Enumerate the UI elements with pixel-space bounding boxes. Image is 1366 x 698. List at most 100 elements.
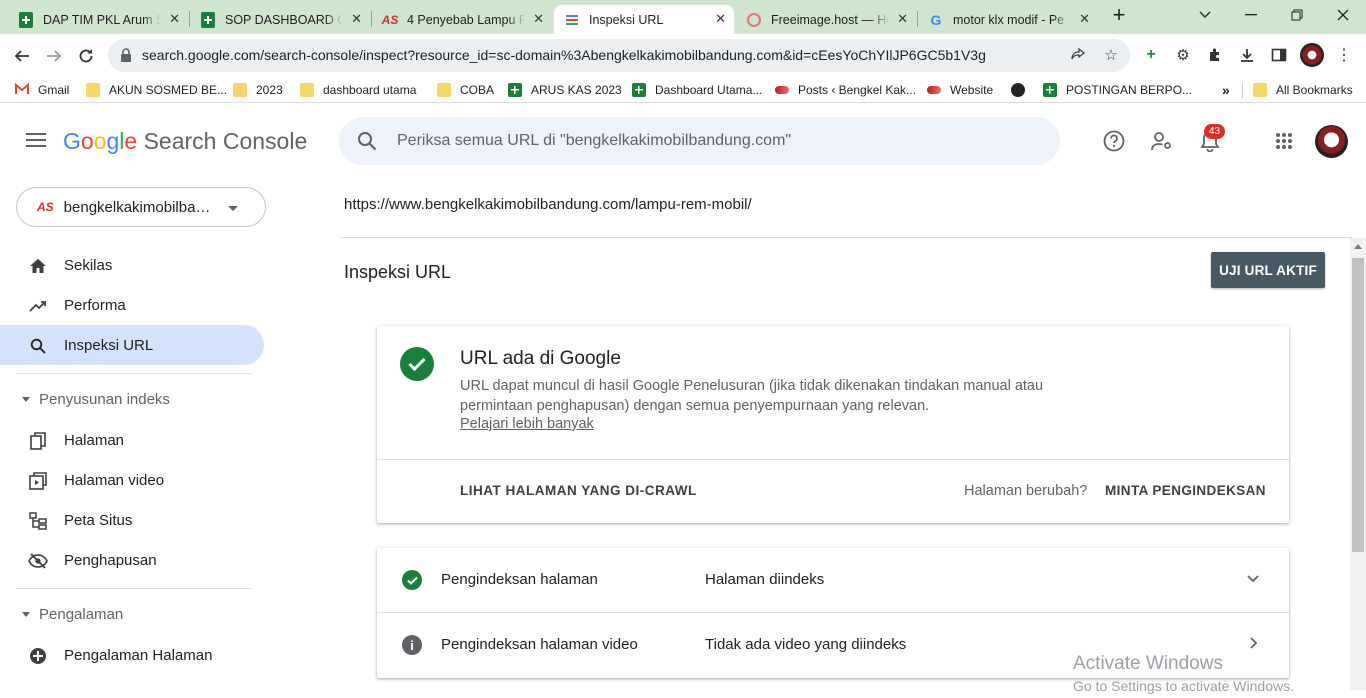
main-area: Periksa semua URL di "bengkelkakimobilba… [280, 104, 1366, 694]
sidebar-item-penghapusan[interactable]: Penghapusan [0, 540, 264, 580]
detail-row-page-indexing[interactable]: Pengindeksan halaman Halaman diindeks [377, 548, 1289, 612]
tab-title: DAP TIM PKL Arum Sa [43, 12, 161, 27]
bookmark-item[interactable]: ARUS KAS 2023 [508, 81, 622, 99]
bookmark-item[interactable]: Gmail [15, 81, 69, 99]
bookmark-item[interactable]: Dashboard Utama... [632, 81, 762, 99]
test-live-url-button[interactable]: UJI URL AKTIF [1211, 252, 1325, 288]
section-penyusunan-indeks[interactable]: Penyusunan indeks [22, 391, 170, 408]
close-tab-icon[interactable]: ✕ [715, 11, 726, 27]
lock-icon[interactable] [120, 48, 132, 67]
bookmark-folder[interactable]: dashboard utama [300, 81, 416, 99]
close-tab-icon[interactable]: ✕ [1079, 11, 1090, 27]
sidebar-item-halaman-video[interactable]: Halaman video [0, 460, 264, 500]
section-pengalaman[interactable]: Pengalaman [22, 606, 123, 623]
collapse-arrow-icon [22, 612, 30, 617]
gmail-icon [15, 82, 29, 97]
bookmark-item[interactable]: Posts ‹ Bengkel Kak... [775, 81, 916, 99]
tab-search-chevron-icon[interactable] [1183, 0, 1227, 30]
bookmarks-overflow-button[interactable]: » [1222, 81, 1230, 99]
main-menu-icon[interactable] [26, 133, 46, 147]
chevron-down-icon[interactable] [1245, 570, 1261, 586]
browser-tab[interactable]: DAP TIM PKL Arum Sa ✕ [8, 5, 188, 34]
property-selector[interactable]: AS bengkelkakimobilbandung.com [16, 187, 266, 227]
browser-tab[interactable]: SOP DASHBOARD OP ✕ [190, 5, 370, 34]
extensions-puzzle-icon[interactable] [1205, 45, 1225, 65]
browser-tab-active[interactable]: Inspeksi URL ✕ [554, 5, 734, 34]
bookmark-item[interactable]: Website [927, 81, 993, 99]
check-circle-icon [400, 347, 434, 381]
bookmark-star-icon[interactable]: ☆ [1101, 45, 1121, 65]
home-icon [28, 256, 48, 276]
profile-avatar[interactable] [1300, 43, 1324, 67]
close-tab-icon[interactable]: ✕ [533, 11, 544, 27]
bookmark-label: COBA [460, 83, 495, 97]
back-button[interactable] [9, 43, 35, 69]
extension-gear-icon[interactable]: ⚙ [1173, 45, 1193, 65]
browser-tab[interactable]: Freeimage.host — Ho ✕ [736, 5, 916, 34]
search-icon [28, 336, 48, 356]
url-inspection-search[interactable]: Periksa semua URL di "bengkelkakimobilba… [339, 117, 1060, 165]
folder-icon [300, 83, 314, 97]
close-window-button[interactable] [1321, 0, 1365, 30]
download-icon[interactable] [1237, 45, 1257, 65]
close-tab-icon[interactable]: ✕ [351, 11, 362, 27]
bookmark-item[interactable]: POSTINGAN BERPO... [1043, 81, 1192, 99]
request-indexing-button[interactable]: MINTA PENGINDEKSAN [1105, 483, 1266, 498]
google-icon: G [930, 11, 942, 28]
view-crawled-page-button[interactable]: LIHAT HALAMAN YANG DI-CRAWL [460, 483, 697, 498]
dropdown-arrow-icon [227, 198, 238, 216]
forward-button[interactable] [41, 43, 67, 69]
tab-title: Inspeksi URL [589, 12, 664, 27]
apps-grid-icon[interactable] [1272, 129, 1296, 153]
tab-title: SOP DASHBOARD OP [225, 12, 343, 27]
browser-tab[interactable]: AS 4 Penyebab Lampu R ✕ [372, 5, 552, 34]
browser-tab[interactable]: G motor klx modif - Pe ✕ [918, 5, 1098, 34]
restore-button[interactable] [1275, 0, 1319, 30]
search-input[interactable]: Periksa semua URL di "bengkelkakimobilba… [397, 132, 791, 150]
help-icon[interactable] [1102, 129, 1126, 153]
close-tab-icon[interactable]: ✕ [897, 11, 908, 27]
sidebar-item-halaman[interactable]: Halaman [0, 420, 264, 460]
url-text[interactable]: search.google.com/search-console/inspect… [142, 47, 986, 63]
minimize-button[interactable] [1229, 0, 1273, 30]
bookmark-label: Posts ‹ Bengkel Kak... [798, 83, 917, 97]
sidebar-item-inspeksi-url[interactable]: Inspeksi URL [0, 325, 264, 365]
google-sheets-icon [632, 83, 646, 97]
trending-up-icon [28, 296, 48, 316]
bookmark-item[interactable] [1011, 81, 1025, 99]
bookmark-folder[interactable]: AKUN SOSMED BE... [86, 81, 227, 99]
address-bar[interactable]: search.google.com/search-console/inspect… [108, 39, 1130, 72]
bookmark-label: All Bookmarks [1276, 83, 1353, 97]
learn-more-link[interactable]: Pelajari lebih banyak [460, 416, 594, 432]
property-logo: AS [37, 200, 54, 214]
extension-add-icon[interactable]: + [1141, 45, 1161, 65]
sidebar-item-performa[interactable]: Performa [0, 285, 264, 325]
share-icon[interactable] [1068, 45, 1088, 65]
google-sheets-icon [1043, 83, 1057, 97]
content-scrollbar[interactable] [1350, 238, 1366, 690]
account-avatar[interactable] [1315, 125, 1348, 158]
scrollbar-thumb[interactable] [1352, 258, 1364, 552]
property-name: bengkelkakimobilbandung.com [63, 198, 212, 216]
bookmark-folder[interactable]: 2023 [233, 81, 283, 99]
close-tab-icon[interactable]: ✕ [169, 11, 180, 27]
status-description: URL dapat muncul di hasil Google Penelus… [460, 378, 1044, 414]
search-console-logo[interactable]: Google Search Console [63, 128, 307, 155]
all-bookmarks-button[interactable]: All Bookmarks [1253, 81, 1353, 99]
menu-kebab-icon[interactable]: ⋮ [1334, 45, 1354, 65]
user-settings-icon[interactable] [1150, 129, 1174, 153]
sidebar-item-sekilas[interactable]: Sekilas [0, 245, 264, 285]
chevron-right-icon[interactable] [1245, 635, 1261, 651]
inspected-url: https://www.bengkelkakimobilbandung.com/… [344, 196, 752, 213]
sidebar-item-pengalaman-halaman[interactable]: Pengalaman Halaman [0, 635, 264, 675]
notification-count-badge: 43 [1204, 124, 1225, 139]
sidebar-item-peta-situs[interactable]: Peta Situs [0, 500, 264, 540]
new-tab-button[interactable]: + [1097, 0, 1141, 30]
side-panel-icon[interactable] [1269, 45, 1289, 65]
bookmark-label: Dashboard Utama... [655, 83, 763, 97]
reload-button[interactable] [73, 43, 99, 69]
removal-icon [28, 551, 48, 571]
folder-icon [86, 83, 100, 97]
check-circle-icon [402, 570, 422, 590]
bookmark-folder[interactable]: COBA [437, 81, 494, 99]
